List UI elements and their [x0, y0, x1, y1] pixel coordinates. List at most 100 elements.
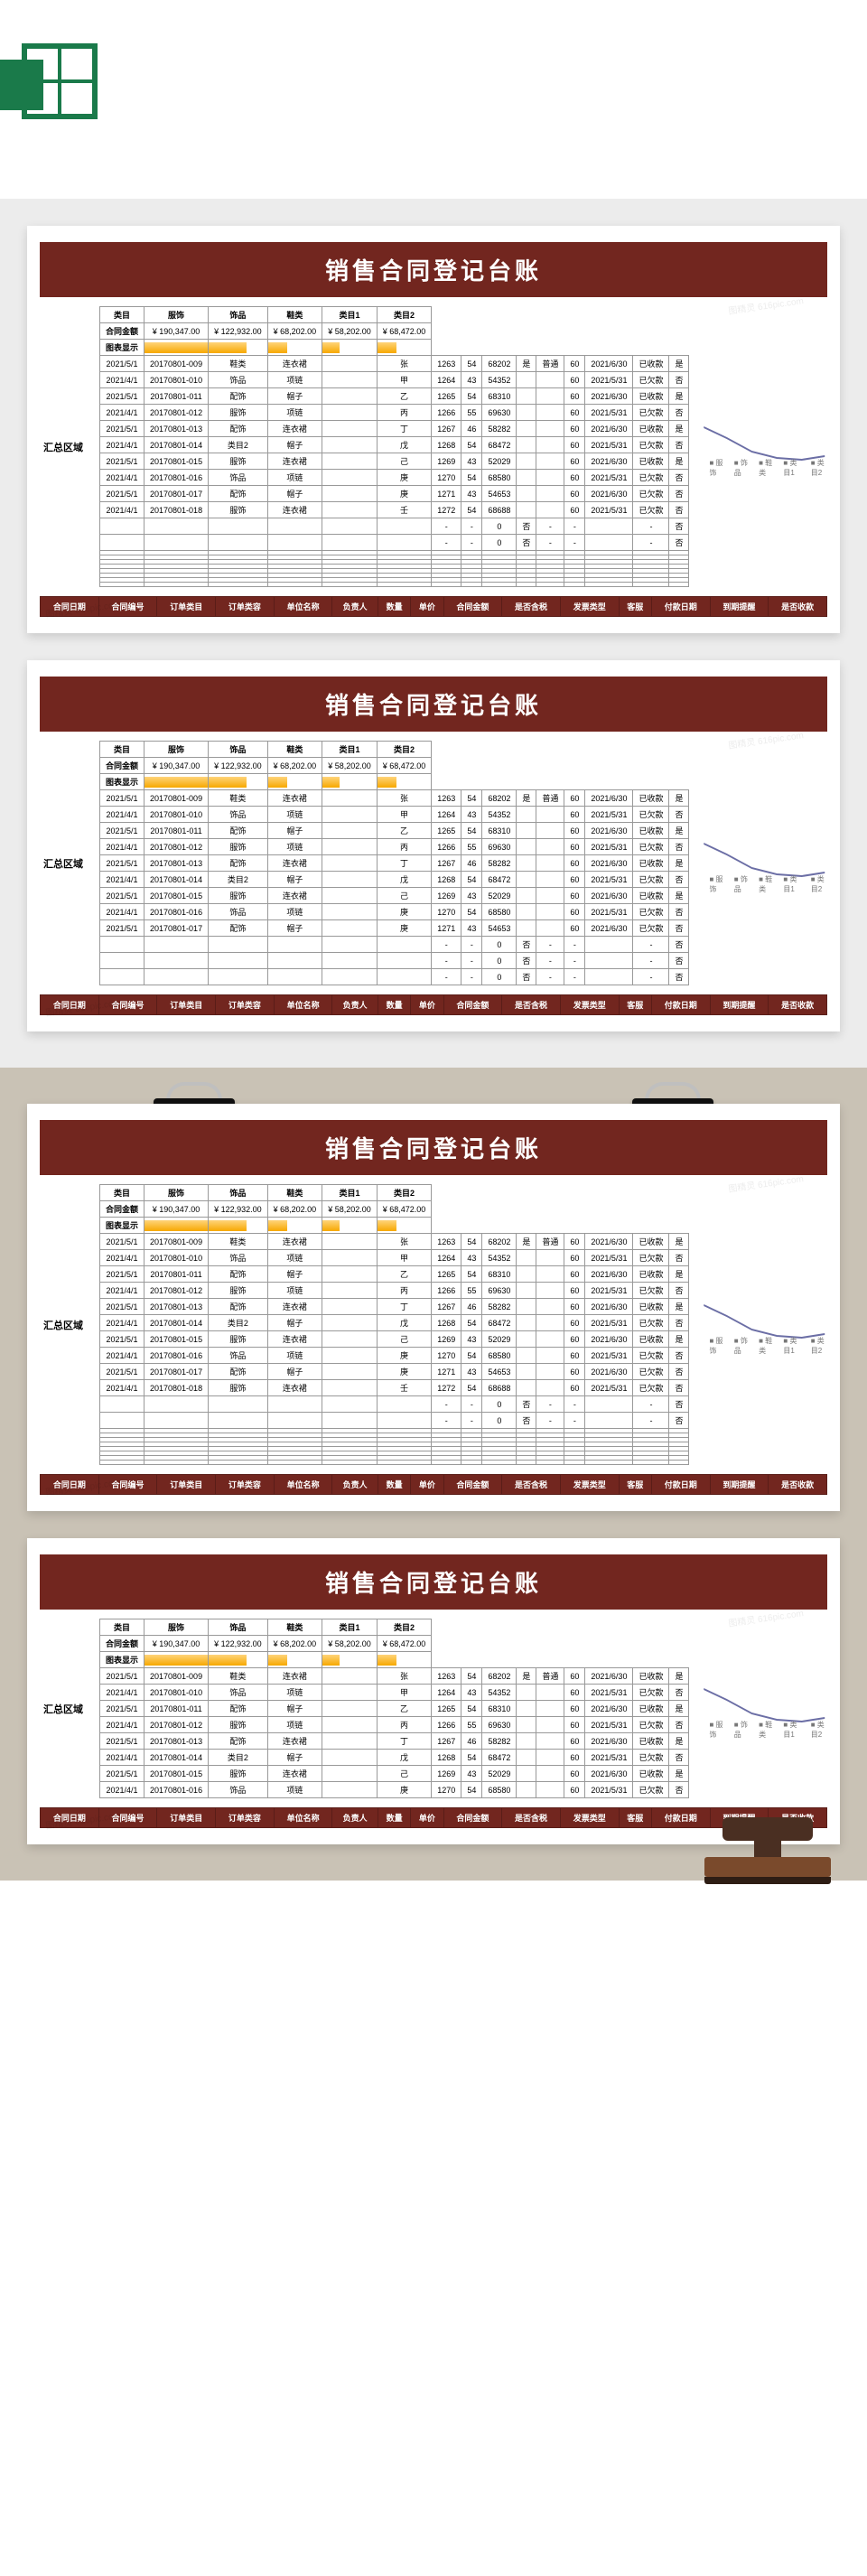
summary-table: 类目 服饰 饰品 鞋类 类目1 类目2 合同金额 ¥ 190,347.00 ¥ …	[99, 1619, 689, 1798]
sheet-title: 销售合同登记台账	[40, 242, 827, 297]
column-header: 单位名称	[274, 995, 332, 1015]
table-header-row: 合同日期合同编号订单类目订单类容单位名称负责人数量单价合同金额是否含税发票类型客…	[41, 1475, 827, 1495]
column-header: 发票类型	[560, 597, 619, 617]
column-header: 合同金额	[443, 1808, 502, 1828]
column-header: 合同金额	[443, 995, 502, 1015]
summary-row-amount: 合同金额 ¥ 190,347.00 ¥ 122,932.00 ¥ 68,202.…	[100, 1201, 689, 1218]
sheet-page: 销售合同登记台账 汇总区域 类目 服饰 饰品 鞋类 类目1 类目2 合同金额 ¥…	[27, 1538, 840, 1844]
column-header: 是否含税	[502, 995, 561, 1015]
summary-row-cat: 类目 服饰 饰品 鞋类 类目1 类目2	[100, 307, 689, 323]
summary-row-cat: 类目 服饰 饰品 鞋类 类目1 类目2	[100, 742, 689, 758]
table-row: --0否---否	[100, 937, 689, 953]
table-row: 2021/5/120170801-011配饰帽子乙126554683106020…	[100, 1266, 689, 1283]
sheet-title: 销售合同登记台账	[40, 677, 827, 732]
data-table: 合同日期合同编号订单类目订单类容单位名称负责人数量单价合同金额是否含税发票类型客…	[40, 1474, 827, 1495]
table-row: 2021/4/120170801-016饰品项链庚127054685806020…	[100, 1782, 689, 1798]
summary-row-bar: 图表显示	[100, 1652, 689, 1668]
summary-row-cat: 类目 服饰 饰品 鞋类 类目1 类目2	[100, 1185, 689, 1201]
table-row: 2021/4/120170801-010饰品项链甲126443543526020…	[100, 1250, 689, 1266]
data-table: 合同日期合同编号订单类目订单类容单位名称负责人数量单价合同金额是否含税发票类型客…	[40, 596, 827, 617]
column-header: 单位名称	[274, 1808, 332, 1828]
table-row: 2021/5/120170801-013配饰连衣裙丁12674658282602…	[100, 1733, 689, 1750]
summary-table: 类目 服饰 饰品 鞋类 类目1 类目2 合同金额 ¥ 190,347.00 ¥ …	[99, 306, 689, 587]
column-header: 单位名称	[274, 1475, 332, 1495]
summary-row-amount: 合同金额 ¥ 190,347.00 ¥ 122,932.00 ¥ 68,202.…	[100, 323, 689, 340]
chart-legend: 服饰 饰品 鞋类 类目1 类目2	[709, 874, 827, 894]
table-row: 2021/4/120170801-010饰品项链甲126443543526020…	[100, 1685, 689, 1701]
table-row: 2021/5/120170801-009鞋类连衣裙张12635468202是普通…	[100, 1234, 689, 1250]
column-header: 负责人	[332, 1475, 378, 1495]
table-row: 2021/4/120170801-018服饰连衣裙壬12725468688602…	[100, 1380, 689, 1396]
table-row: 2021/5/120170801-017配饰帽子庚127143546536020…	[100, 920, 689, 937]
column-header: 付款日期	[651, 1475, 710, 1495]
table-header-row: 合同日期合同编号订单类目订单类容单位名称负责人数量单价合同金额是否含税发票类型客…	[41, 597, 827, 617]
table-row: 2021/5/120170801-015服饰连衣裙己12694352029602…	[100, 1331, 689, 1348]
summary-zone: 汇总区域 类目 服饰 饰品 鞋类 类目1 类目2 合同金额 ¥ 190,347.…	[40, 1184, 827, 1465]
column-header: 付款日期	[651, 1808, 710, 1828]
table-row: 2021/4/120170801-016饰品项链庚127054685806020…	[100, 470, 689, 486]
column-header: 付款日期	[651, 995, 710, 1015]
table-row: 2021/5/120170801-017配饰帽子庚127143546536020…	[100, 486, 689, 502]
summary-table: 类目 服饰 饰品 鞋类 类目1 类目2 合同金额 ¥ 190,347.00 ¥ …	[99, 741, 689, 985]
table-row: 2021/5/120170801-013配饰连衣裙丁12674658282602…	[100, 421, 689, 437]
column-header: 数量	[378, 995, 410, 1015]
sheet-title: 销售合同登记台账	[40, 1554, 827, 1610]
column-header: 订单类目	[157, 995, 216, 1015]
table-row: 2021/4/120170801-012服饰项链丙126655696306020…	[100, 1283, 689, 1299]
rubber-stamp-icon	[704, 1817, 831, 1908]
hero-banner	[0, 0, 867, 199]
column-header: 负责人	[332, 995, 378, 1015]
column-header: 是否收款	[769, 1475, 827, 1495]
table-row: 2021/4/120170801-012服饰项链丙126655696306020…	[100, 839, 689, 855]
column-header: 发票类型	[560, 1808, 619, 1828]
table-row: 2021/4/120170801-014类目2帽子戊12685468472602…	[100, 1750, 689, 1766]
table-row: 2021/5/120170801-015服饰连衣裙己12694352029602…	[100, 453, 689, 470]
mini-line-chart: 服饰 饰品 鞋类 类目1 类目2	[702, 836, 827, 891]
column-header: 客服	[619, 995, 651, 1015]
table-row: 2021/4/120170801-014类目2帽子戊12685468472602…	[100, 437, 689, 453]
excel-x-badge	[0, 60, 43, 110]
table-row: 2021/5/120170801-013配饰连衣裙丁12674658282602…	[100, 1299, 689, 1315]
sheet-page: 销售合同登记台账 汇总区域 类目 服饰 饰品 鞋类 类目1 类目2 合同金额 ¥…	[27, 226, 840, 633]
column-header: 订单类目	[157, 1475, 216, 1495]
column-header: 是否收款	[769, 597, 827, 617]
column-header: 发票类型	[560, 1475, 619, 1495]
column-header: 客服	[619, 1808, 651, 1828]
sheet-page: 销售合同登记台账 汇总区域 类目 服饰 饰品 鞋类 类目1 类目2 合同金额 ¥…	[27, 1104, 840, 1511]
chart-legend: 服饰 饰品 鞋类 类目1 类目2	[709, 458, 827, 478]
table-row: 2021/4/120170801-014类目2帽子戊12685468472602…	[100, 872, 689, 888]
table-row: 2021/4/120170801-010饰品项链甲126443543526020…	[100, 807, 689, 823]
chart-legend: 服饰 饰品 鞋类 类目1 类目2	[709, 1336, 827, 1356]
column-header: 订单类容	[216, 597, 275, 617]
table-row: --0否---否	[100, 535, 689, 551]
summary-zone: 汇总区域 类目 服饰 饰品 鞋类 类目1 类目2 合同金额 ¥ 190,347.…	[40, 741, 827, 985]
column-header: 发票类型	[560, 995, 619, 1015]
table-header-row: 合同日期合同编号订单类目订单类容单位名称负责人数量单价合同金额是否含税发票类型客…	[41, 995, 827, 1015]
table-row: 2021/5/120170801-011配饰帽子乙126554683106020…	[100, 823, 689, 839]
data-table: 合同日期合同编号订单类目订单类容单位名称负责人数量单价合同金额是否含税发票类型客…	[40, 994, 827, 1015]
table-row: 2021/4/120170801-012服饰项链丙126655696306020…	[100, 1717, 689, 1733]
column-header: 到期提醒	[710, 597, 769, 617]
column-header: 订单类容	[216, 995, 275, 1015]
table-row: 2021/4/120170801-018服饰连衣裙壬12725468688602…	[100, 502, 689, 518]
column-header: 客服	[619, 1475, 651, 1495]
mini-line-chart: 服饰 饰品 鞋类 类目1 类目2	[702, 1298, 827, 1352]
excel-icon	[22, 43, 98, 119]
table-row: 2021/4/120170801-016饰品项链庚127054685806020…	[100, 1348, 689, 1364]
table-row: 2021/5/120170801-009鞋类连衣裙张12635468202是普通…	[100, 356, 689, 372]
column-header: 单价	[411, 995, 443, 1015]
summary-label: 汇总区域	[40, 1698, 87, 1720]
column-header: 到期提醒	[710, 1475, 769, 1495]
column-header: 订单类容	[216, 1475, 275, 1495]
table-row: 2021/5/120170801-015服饰连衣裙己12694352029602…	[100, 1766, 689, 1782]
column-header: 是否收款	[769, 995, 827, 1015]
column-header: 是否含税	[502, 1475, 561, 1495]
column-header: 订单类目	[157, 1808, 216, 1828]
column-header: 单位名称	[274, 597, 332, 617]
summary-zone: 汇总区域 类目 服饰 饰品 鞋类 类目1 类目2 合同金额 ¥ 190,347.…	[40, 1619, 827, 1798]
column-header: 是否含税	[502, 597, 561, 617]
table-row	[100, 583, 689, 587]
column-header: 订单类目	[157, 597, 216, 617]
preview-section-2: 销售合同登记台账 汇总区域 类目 服饰 饰品 鞋类 类目1 类目2 合同金额 ¥…	[0, 1068, 867, 1881]
summary-label: 汇总区域	[40, 436, 87, 458]
